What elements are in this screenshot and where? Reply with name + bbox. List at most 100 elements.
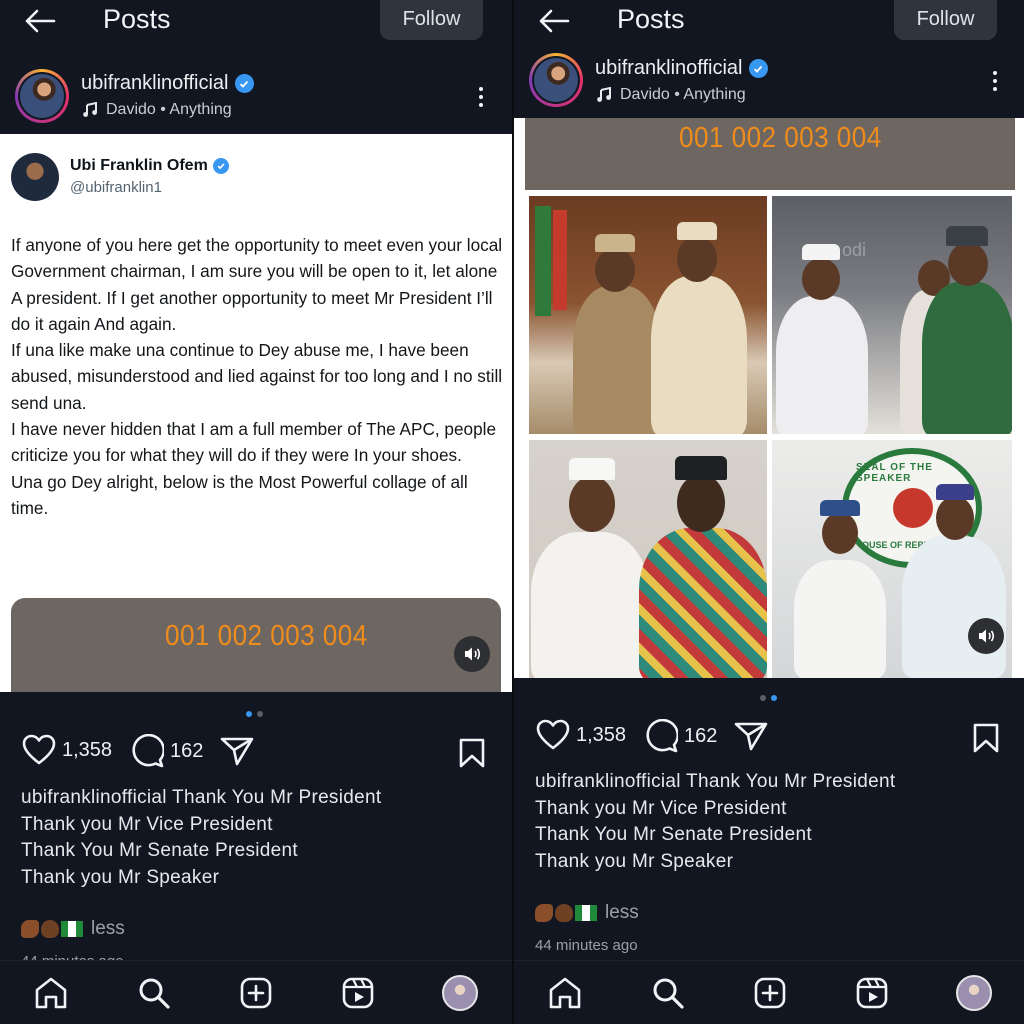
caption-line: Thank you Mr Speaker <box>21 866 220 888</box>
seal-emblem <box>893 488 933 528</box>
flag-decor <box>553 210 567 310</box>
follow-button[interactable]: Follow <box>894 0 997 40</box>
verified-icon <box>748 59 768 78</box>
less-link[interactable]: less <box>91 918 125 940</box>
person-head <box>936 496 974 540</box>
reels-icon[interactable] <box>854 975 890 1011</box>
tweet-screenshot: Ubi Franklin Ofem @ubifranklin1 If anyon… <box>0 134 512 692</box>
post-media-collage[interactable]: 001 002 003 004 odi SEAL OF THE SPEAKER … <box>514 118 1024 678</box>
tweet-handle: @ubifranklin1 <box>70 179 162 196</box>
caption-line: ubifranklinofficial Thank You Mr Preside… <box>535 771 896 792</box>
seal-text: SEAL OF THE SPEAKER <box>856 462 933 484</box>
tweet-avatar <box>11 153 59 201</box>
back-arrow-icon[interactable] <box>536 4 572 38</box>
search-icon[interactable] <box>136 975 172 1011</box>
less-link[interactable]: less <box>605 902 639 924</box>
person-head <box>822 512 858 554</box>
person-head <box>677 236 717 282</box>
create-icon[interactable] <box>752 975 788 1011</box>
person-head <box>569 476 615 532</box>
collage-photo-1 <box>529 196 767 434</box>
verified-icon <box>234 74 254 93</box>
more-icon[interactable] <box>985 66 1005 96</box>
wall-sign: odi <box>842 240 867 260</box>
left-post-screen: Posts Follow ubifranklinofficial Davido … <box>0 0 512 1024</box>
profile-avatar[interactable] <box>956 975 992 1011</box>
heart-icon[interactable] <box>536 719 570 751</box>
share-icon[interactable] <box>734 721 768 751</box>
page-title: Posts <box>103 4 171 34</box>
comment-group[interactable]: 162 <box>130 734 203 768</box>
person-figure <box>573 286 661 434</box>
action-bar: 1,358 162 <box>514 719 1024 759</box>
search-icon[interactable] <box>650 975 686 1011</box>
nigeria-flag-emoji <box>575 905 597 921</box>
caption-line: Thank you Mr Speaker <box>535 850 734 872</box>
comment-group[interactable]: 162 <box>644 719 717 753</box>
person-cap <box>595 234 635 252</box>
reels-icon[interactable] <box>340 975 376 1011</box>
carousel-indicator <box>246 711 263 717</box>
person-cap <box>820 500 860 516</box>
post-header: ubifranklinofficial Davido • Anything <box>0 66 512 128</box>
username-row[interactable]: ubifranklinofficial <box>81 72 254 95</box>
post-timestamp: 44 minutes ago <box>535 937 638 954</box>
bookmark-icon[interactable] <box>973 723 999 753</box>
like-group[interactable]: 1,358 <box>536 719 626 751</box>
caption: ubifranklinofficial Thank You Mr Preside… <box>21 785 381 891</box>
tweet-author-name: Ubi Franklin Ofem <box>70 157 208 174</box>
username[interactable]: ubifranklinofficial <box>81 72 229 95</box>
person-cap <box>936 484 974 500</box>
music-row[interactable]: Davido • Anything <box>82 101 232 119</box>
home-icon[interactable] <box>547 975 583 1011</box>
clapping-hands-emoji <box>555 904 573 922</box>
carousel-dot <box>760 695 766 701</box>
comment-icon[interactable] <box>130 734 164 768</box>
comment-icon[interactable] <box>644 719 678 753</box>
create-icon[interactable] <box>238 975 274 1011</box>
carousel-indicator <box>760 695 777 701</box>
music-row[interactable]: Davido • Anything <box>596 86 746 104</box>
like-count: 1,358 <box>62 738 113 761</box>
back-arrow-icon[interactable] <box>22 4 58 38</box>
nigeria-flag-emoji <box>61 921 83 937</box>
person-cap <box>946 226 988 246</box>
username-row[interactable]: ubifranklinofficial <box>595 57 768 80</box>
like-count: 1,358 <box>576 723 627 746</box>
top-bar: Posts Follow <box>0 0 512 44</box>
person-cap <box>675 456 727 480</box>
username[interactable]: ubifranklinofficial <box>595 57 743 80</box>
tweet-media-preview[interactable]: 001 002 003 004 <box>11 598 501 692</box>
tweet-name-row: Ubi Franklin Ofem <box>70 157 229 175</box>
home-icon[interactable] <box>33 975 69 1011</box>
media-code: 001 002 003 004 <box>165 620 368 652</box>
person-figure <box>639 528 767 678</box>
music-note-icon <box>597 87 611 102</box>
collage-photo-3 <box>529 440 767 678</box>
verified-icon <box>212 158 229 174</box>
caption-line: Thank you Mr Vice President <box>21 813 273 835</box>
post-header: ubifranklinofficial Davido • Anything <box>514 50 1024 112</box>
caption-emojis: less <box>21 918 125 940</box>
carousel-dot-active <box>246 711 252 717</box>
caption: ubifranklinofficial Thank You Mr Preside… <box>535 769 895 875</box>
person-figure <box>776 296 868 434</box>
person-head <box>802 258 840 300</box>
bookmark-icon[interactable] <box>459 738 485 768</box>
speaker-icon[interactable] <box>454 636 490 672</box>
share-icon[interactable] <box>220 736 254 766</box>
avatar[interactable] <box>15 69 69 123</box>
more-icon[interactable] <box>471 82 491 112</box>
heart-icon[interactable] <box>22 734 56 766</box>
caption-line: Thank you Mr Vice President <box>535 797 787 819</box>
action-bar: 1,358 162 <box>0 734 512 774</box>
avatar[interactable] <box>529 53 583 107</box>
speaker-icon[interactable] <box>968 618 1004 654</box>
music-label: Davido • Anything <box>106 101 232 118</box>
like-group[interactable]: 1,358 <box>22 734 112 766</box>
page-title: Posts <box>617 4 685 34</box>
person-head <box>595 248 635 292</box>
follow-button[interactable]: Follow <box>380 0 483 40</box>
caption-line: ubifranklinofficial Thank You Mr Preside… <box>21 787 382 808</box>
profile-avatar[interactable] <box>442 975 478 1011</box>
